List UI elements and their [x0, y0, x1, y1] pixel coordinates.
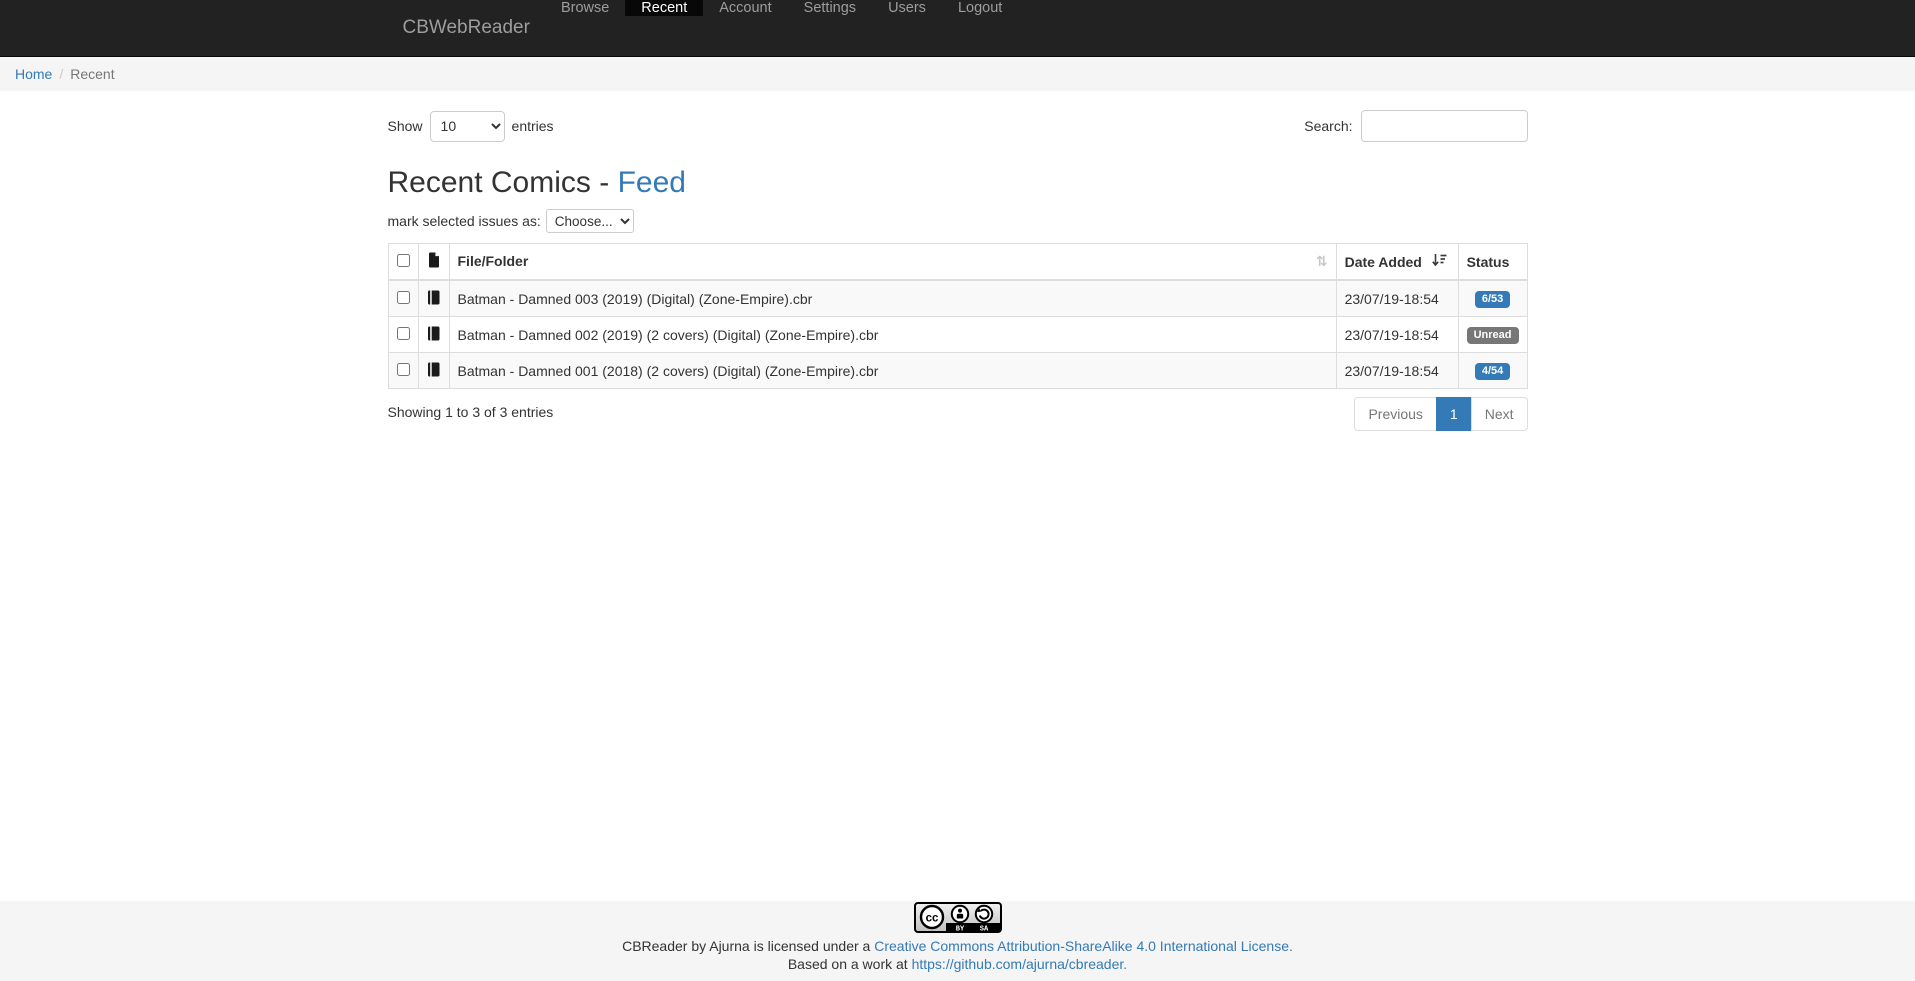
- status-badge: Unread: [1467, 327, 1519, 344]
- book-icon: [427, 328, 441, 344]
- comics-table: File/Folder ⇅ Date Added Status: [388, 243, 1528, 389]
- column-header-status: Status: [1458, 244, 1527, 281]
- breadcrumb: Home/Recent: [0, 57, 1915, 91]
- datatable-controls: Show 10 entries Search:: [388, 110, 1528, 142]
- search-input[interactable]: [1361, 110, 1528, 142]
- license-line: CBReader by Ajurna is licensed under a C…: [0, 938, 1915, 954]
- navbar: CBWebReader Browse Recent Account Settin…: [0, 0, 1915, 57]
- table-row: Batman - Damned 003 (2019) (Digital) (Zo…: [388, 280, 1527, 317]
- table-header-row: File/Folder ⇅ Date Added Status: [388, 244, 1527, 281]
- row-checkbox[interactable]: [397, 327, 410, 340]
- row-checkbox[interactable]: [397, 363, 410, 376]
- pagination-next-button[interactable]: Next: [1471, 397, 1528, 431]
- comic-file-link[interactable]: Batman - Damned 003 (2019) (Digital) (Zo…: [458, 291, 813, 307]
- mark-selected-label: mark selected issues as:: [388, 213, 541, 229]
- license-link[interactable]: Creative Commons Attribution-ShareAlike …: [874, 938, 1293, 954]
- column-header-file-folder[interactable]: File/Folder ⇅: [449, 244, 1336, 281]
- nav-menu: Browse Recent Account Settings Users Log…: [545, 0, 1018, 56]
- status-badge: 6/53: [1475, 291, 1510, 308]
- file-folder-header-label: File/Folder: [458, 253, 529, 269]
- comic-file-link[interactable]: Batman - Damned 002 (2019) (2 covers) (D…: [458, 327, 879, 343]
- table-row: Batman - Damned 002 (2019) (2 covers) (D…: [388, 317, 1527, 353]
- footer: cc BY SA CBReader by Ajurna is licensed …: [0, 901, 1915, 981]
- license-text: CBReader by Ajurna is licensed under a: [622, 938, 874, 954]
- breadcrumb-home-link[interactable]: Home: [15, 66, 52, 82]
- brand[interactable]: CBWebReader: [388, 0, 545, 56]
- table-footer: Showing 1 to 3 of 3 entries Previous 1 N…: [388, 389, 1528, 431]
- feed-link[interactable]: Feed: [618, 166, 686, 199]
- date-added-cell: 23/07/19-18:54: [1336, 317, 1458, 353]
- row-checkbox[interactable]: [397, 291, 410, 304]
- pagination-previous-button[interactable]: Previous: [1354, 397, 1436, 431]
- sort-descending-icon[interactable]: [1432, 253, 1447, 270]
- file-icon: [427, 255, 440, 271]
- date-added-cell: 23/07/19-18:54: [1336, 353, 1458, 389]
- book-icon: [427, 364, 441, 380]
- breadcrumb-separator: /: [52, 66, 70, 82]
- book-icon: [427, 292, 441, 308]
- pagination: Previous 1 Next: [1354, 397, 1527, 431]
- nav-item-browse[interactable]: Browse: [545, 0, 625, 16]
- nav-item-recent[interactable]: Recent: [625, 0, 703, 16]
- show-label: Show: [388, 118, 423, 134]
- github-link[interactable]: https://github.com/ajurna/cbreader.: [912, 956, 1128, 972]
- status-header-label: Status: [1467, 254, 1510, 270]
- source-line: Based on a work at https://github.com/aj…: [0, 956, 1915, 972]
- cc-sa-label: SA: [979, 926, 988, 934]
- search-label: Search:: [1304, 118, 1352, 134]
- sort-unsorted-icon[interactable]: ⇅: [1316, 253, 1328, 271]
- page-title-text: Recent Comics -: [388, 166, 618, 199]
- date-added-cell: 23/07/19-18:54: [1336, 280, 1458, 317]
- main-content: Show 10 entries Search: Recent Comics - …: [373, 91, 1543, 431]
- page-title: Recent Comics - Feed: [388, 166, 1528, 200]
- page-length-select[interactable]: 10: [430, 111, 505, 142]
- nav-item-users[interactable]: Users: [872, 0, 942, 16]
- mark-selected-select[interactable]: Choose...: [546, 209, 634, 233]
- table-row: Batman - Damned 001 (2018) (2 covers) (D…: [388, 353, 1527, 389]
- nav-item-account[interactable]: Account: [703, 0, 787, 16]
- svg-text:cc: cc: [925, 913, 938, 925]
- breadcrumb-current: Recent: [70, 66, 114, 82]
- date-added-header-label: Date Added: [1345, 254, 1422, 270]
- mark-selected-row: mark selected issues as: Choose...: [388, 209, 1528, 233]
- search-control: Search:: [1304, 110, 1527, 142]
- creative-commons-badge[interactable]: cc BY SA: [914, 902, 1002, 936]
- comic-file-link[interactable]: Batman - Damned 001 (2018) (2 covers) (D…: [458, 363, 879, 379]
- nav-item-settings[interactable]: Settings: [788, 0, 872, 16]
- status-badge: 4/54: [1475, 363, 1510, 380]
- entries-info: Showing 1 to 3 of 3 entries: [388, 389, 554, 420]
- pagination-page-1-button[interactable]: 1: [1436, 397, 1472, 431]
- nav-item-logout[interactable]: Logout: [942, 0, 1018, 16]
- select-all-checkbox[interactable]: [397, 254, 410, 267]
- column-header-date-added[interactable]: Date Added: [1336, 244, 1458, 281]
- entries-label: entries: [512, 118, 554, 134]
- page-length-control: Show 10 entries: [388, 111, 554, 142]
- cc-by-label: BY: [955, 926, 964, 934]
- source-text: Based on a work at: [788, 956, 912, 972]
